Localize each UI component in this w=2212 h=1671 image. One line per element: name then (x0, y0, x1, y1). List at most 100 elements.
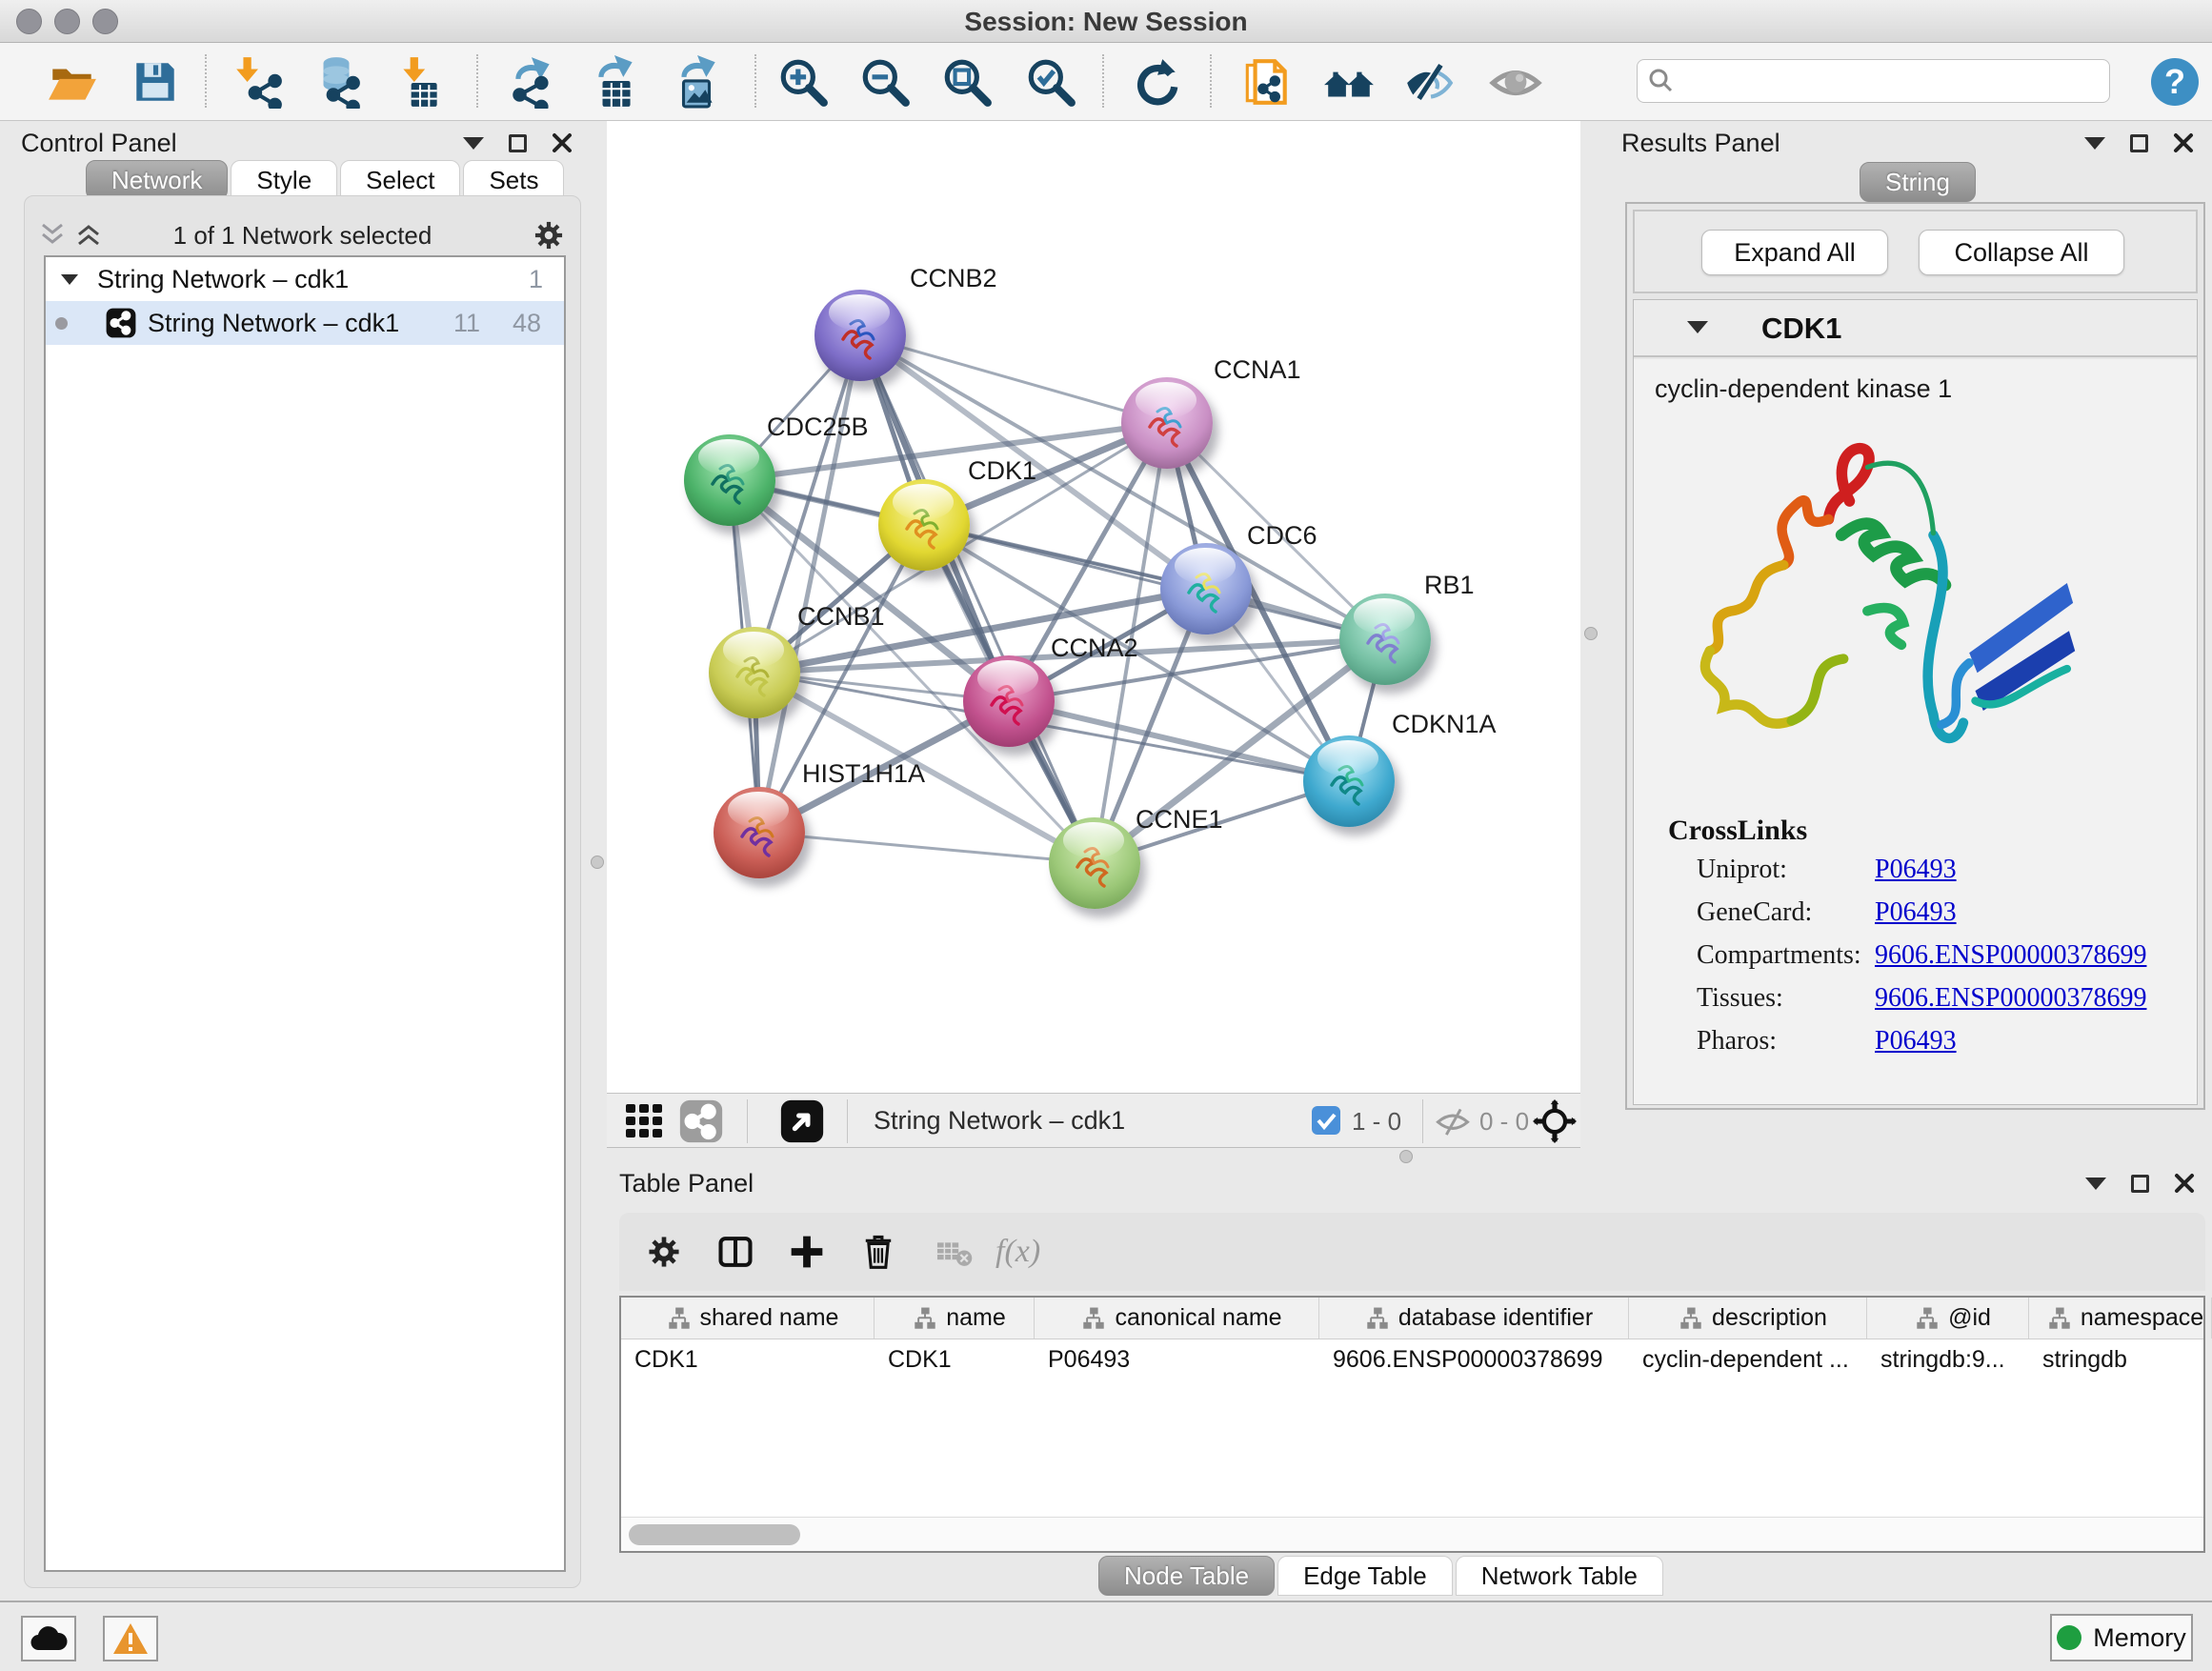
network-icon-badge[interactable] (679, 1099, 723, 1143)
zoom-out-button[interactable] (857, 54, 913, 110)
delete-table-button[interactable] (926, 1224, 981, 1279)
hide-graphics-button[interactable] (1402, 54, 1458, 110)
network-row[interactable]: String Network – cdk1 11 48 (46, 301, 564, 345)
zoom-fit-button[interactable] (939, 54, 995, 110)
network-node-ccne1[interactable] (1049, 817, 1140, 909)
table-cell[interactable]: CDK1 (875, 1339, 1035, 1379)
tab-network[interactable]: Network (86, 160, 228, 200)
save-session-button[interactable] (128, 54, 183, 110)
tab-select[interactable]: Select (340, 160, 460, 200)
table-horizontal-scrollbar[interactable] (621, 1517, 2203, 1551)
crosslink-link[interactable]: 9606.ENSP00000378699 (1875, 940, 2146, 971)
table-row[interactable]: CDK1CDK1P064939606.ENSP00000378699cyclin… (621, 1339, 2203, 1379)
show-columns-button[interactable] (708, 1224, 763, 1279)
expand-all-button[interactable]: Expand All (1701, 230, 1888, 275)
column-header-shared-name[interactable]: shared name (621, 1298, 875, 1339)
panel-menu-icon[interactable] (463, 137, 484, 150)
network-node-ccna1[interactable] (1121, 377, 1213, 469)
panel-float-icon[interactable] (2131, 1175, 2149, 1193)
network-node-hist1h1a[interactable] (714, 787, 805, 878)
network-options-gear-icon[interactable] (531, 217, 567, 253)
scrollbar-thumb[interactable] (629, 1524, 800, 1545)
zoom-selected-button[interactable] (1023, 54, 1078, 110)
home-layout-button[interactable] (1321, 54, 1377, 110)
network-edge-CCNB2-HIST1H1A[interactable] (759, 335, 860, 833)
zoom-in-button[interactable] (775, 54, 831, 110)
tab-node-table[interactable]: Node Table (1098, 1556, 1275, 1596)
network-node-cdk1[interactable] (878, 479, 970, 571)
export-table-button[interactable] (588, 54, 643, 110)
import-database-button[interactable] (309, 54, 364, 110)
tab-edge-table[interactable]: Edge Table (1277, 1556, 1453, 1596)
left-splitter-handle[interactable] (591, 856, 604, 869)
panel-close-icon[interactable] (2174, 1173, 2195, 1194)
network-collection-row[interactable]: String Network – cdk1 1 (46, 257, 564, 301)
panel-menu-icon[interactable] (2085, 1178, 2106, 1190)
export-image-button[interactable] (669, 54, 724, 110)
warnings-button[interactable] (103, 1616, 158, 1661)
panel-close-icon[interactable] (2173, 132, 2194, 153)
export-network-icon (506, 55, 559, 109)
gene-section-header[interactable]: CDK1 (1634, 300, 2197, 357)
string-import-button[interactable] (1238, 54, 1294, 110)
bottom-splitter-handle[interactable] (1399, 1150, 1413, 1163)
panel-menu-icon[interactable] (2084, 137, 2105, 150)
network-node-cdkn1a[interactable] (1303, 735, 1395, 827)
birds-eye-view-icon[interactable] (780, 1099, 824, 1143)
function-builder-button[interactable]: f(x) (995, 1224, 1040, 1279)
network-node-cdc25b[interactable] (684, 434, 775, 526)
panel-float-icon[interactable] (509, 134, 527, 152)
table-cell[interactable]: P06493 (1035, 1339, 1319, 1379)
search-input[interactable] (1685, 68, 2109, 94)
network-edge-CCNB2-CCNA1[interactable] (860, 335, 1167, 423)
collection-expand-icon[interactable] (61, 274, 78, 285)
network-node-rb1[interactable] (1339, 594, 1431, 685)
grid-view-icon[interactable] (624, 1100, 666, 1142)
selected-nodes-checkbox[interactable] (1312, 1106, 1340, 1135)
delete-column-button[interactable] (851, 1224, 906, 1279)
column-header-label: description (1712, 1304, 1827, 1332)
memory-button[interactable]: Memory (2050, 1614, 2193, 1661)
import-table-button[interactable] (392, 54, 448, 110)
table-cell[interactable]: CDK1 (621, 1339, 875, 1379)
import-network-button[interactable] (231, 54, 286, 110)
column-header-canonical-name[interactable]: canonical name (1035, 1298, 1319, 1339)
network-node-ccnb1[interactable] (709, 627, 800, 718)
crosslink-link[interactable]: P06493 (1875, 855, 1957, 885)
table-cell[interactable]: stringdb (2029, 1339, 2212, 1379)
tab-style[interactable]: Style (231, 160, 337, 200)
column-header-description[interactable]: description (1629, 1298, 1867, 1339)
column-header-namespace[interactable]: namespace (2029, 1298, 2212, 1339)
tab-network-table[interactable]: Network Table (1456, 1556, 1663, 1596)
panel-float-icon[interactable] (2130, 134, 2148, 152)
column-header-@id[interactable]: @id (1867, 1298, 2029, 1339)
crosslink-link[interactable]: P06493 (1875, 1026, 1957, 1057)
help-button[interactable]: ? (2147, 54, 2202, 110)
tab-sets[interactable]: Sets (463, 160, 564, 200)
column-header-database-identifier[interactable]: database identifier (1319, 1298, 1629, 1339)
add-column-button[interactable] (779, 1224, 835, 1279)
tab-string[interactable]: String (1860, 162, 1976, 202)
fit-selected-crosshair-icon[interactable] (1533, 1099, 1577, 1143)
network-node-ccna2[interactable] (963, 655, 1055, 747)
crosslink-link[interactable]: 9606.ENSP00000378699 (1875, 983, 2146, 1014)
network-view[interactable]: CCNB2 CCNA1 CDC25B CDK1 CDC6 RB1 CCNB1 C… (607, 121, 1580, 1093)
table-cell[interactable]: stringdb:9... (1867, 1339, 2029, 1379)
panel-close-icon[interactable] (552, 132, 573, 153)
crosslink-link[interactable]: P06493 (1875, 897, 1957, 928)
right-splitter-handle[interactable] (1584, 627, 1598, 640)
refresh-layout-button[interactable] (1128, 54, 1183, 110)
column-header-name[interactable]: name (875, 1298, 1035, 1339)
network-node-cdc6[interactable] (1160, 543, 1252, 634)
open-session-button[interactable] (45, 54, 100, 110)
import-network-icon (231, 55, 285, 109)
cloud-status-button[interactable] (21, 1616, 76, 1661)
table-cell[interactable]: cyclin-dependent ... (1629, 1339, 1867, 1379)
section-collapse-icon[interactable] (1687, 321, 1708, 333)
table-cell[interactable]: 9606.ENSP00000378699 (1319, 1339, 1629, 1379)
collapse-all-button[interactable]: Collapse All (1919, 230, 2124, 275)
table-options-button[interactable] (636, 1224, 692, 1279)
export-network-button[interactable] (505, 54, 560, 110)
show-graphics-button[interactable] (1488, 54, 1543, 110)
network-node-ccnb2[interactable] (814, 290, 906, 381)
